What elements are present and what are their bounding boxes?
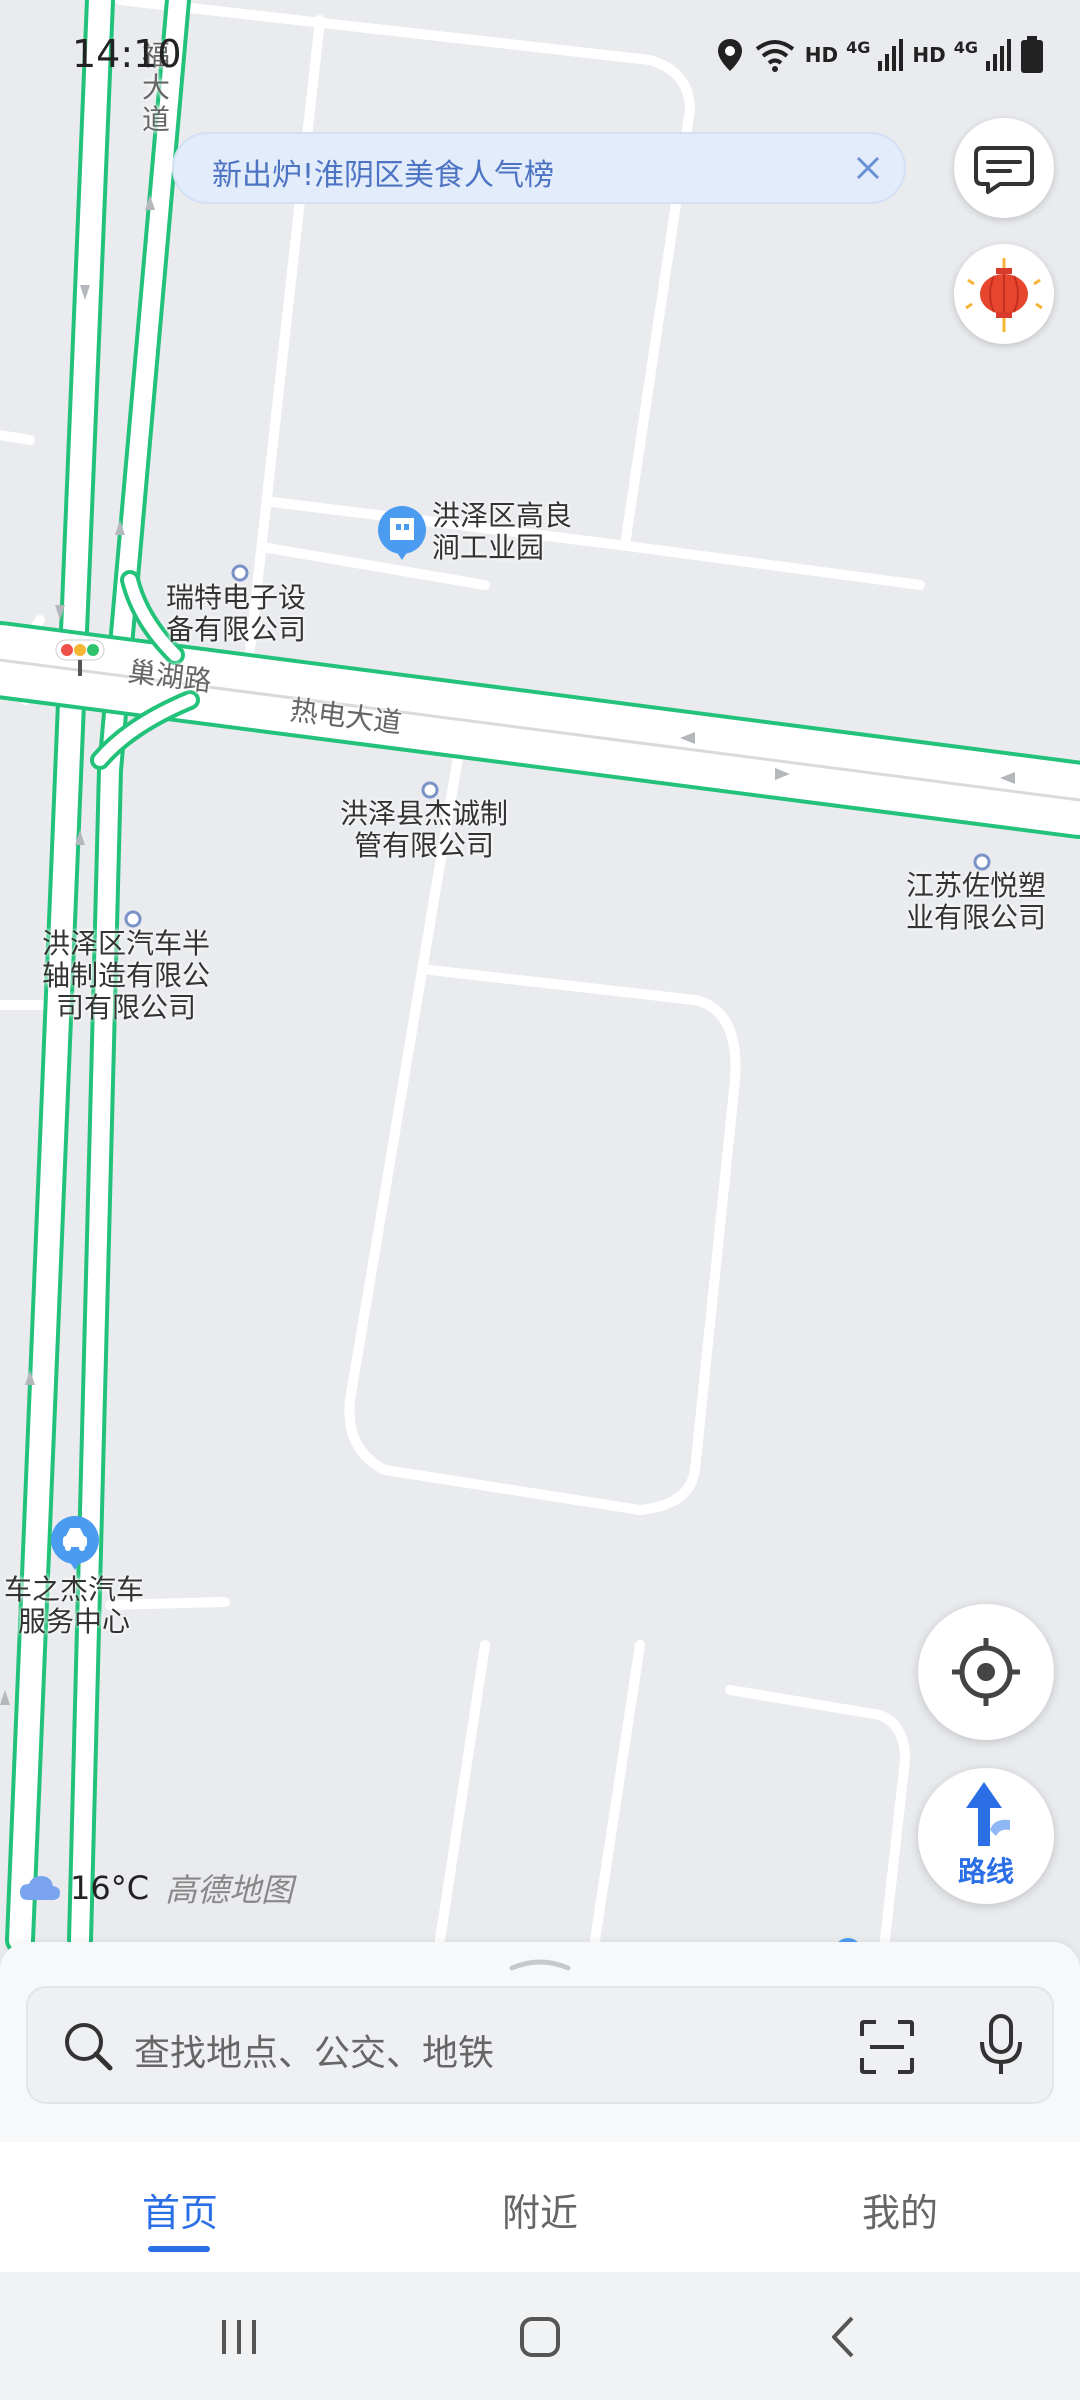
recent-apps-icon[interactable] — [214, 2312, 264, 2362]
location-icon — [717, 39, 742, 71]
promo-banner-text[interactable]: 新出炉!淮阴区美食人气榜 — [212, 150, 554, 194]
industrial-park-pin-icon — [378, 506, 426, 560]
bottom-sheet[interactable]: 查找地点、公交、地铁 — [0, 1942, 1080, 2142]
search-input[interactable]: 查找地点、公交、地铁 — [134, 2024, 494, 2076]
tab-mine[interactable]: 我的 — [800, 2182, 1000, 2237]
lantern-activity-button[interactable] — [954, 244, 1054, 344]
wifi-icon — [755, 40, 795, 72]
bottom-tab-bar: 首页 附近 我的 — [0, 2142, 1080, 2272]
hd-badge: HD — [804, 43, 839, 67]
system-nav-bar — [0, 2272, 1080, 2400]
lantern-icon — [965, 258, 1043, 332]
poi-label[interactable]: 车之杰汽车 服务中心 — [4, 1574, 144, 1638]
network-badge: 4G — [953, 37, 978, 57]
route-button[interactable]: 路线 — [918, 1768, 1054, 1904]
message-icon — [974, 146, 1034, 194]
signal-icon — [986, 39, 1011, 71]
route-label: 路线 — [957, 1855, 1014, 1888]
sheet-handle-icon[interactable] — [500, 1954, 580, 1974]
temperature: 16°C — [70, 1869, 150, 1907]
poi-label[interactable]: 瑞特电子设 备有限公司 — [166, 582, 306, 646]
brand-logo: 高德地图 — [165, 1871, 294, 1909]
cloud-icon — [20, 1876, 60, 1900]
signal-icon — [878, 39, 904, 71]
status-bar: 14:10 HD 4G HD 4G — [0, 0, 1080, 110]
home-icon[interactable] — [515, 2312, 565, 2362]
search-icon — [65, 2023, 113, 2071]
poi-label[interactable]: 洪泽县杰诚制 管有限公司 — [340, 798, 508, 862]
poi-label[interactable]: 洪泽区高良 涧工业园 — [432, 500, 572, 564]
tab-home[interactable]: 首页 — [80, 2182, 280, 2237]
locate-button[interactable] — [918, 1604, 1054, 1740]
scan-icon[interactable] — [858, 2018, 916, 2076]
poi-label[interactable]: 江苏佐悦塑 业有限公司 — [906, 870, 1046, 934]
search-bar[interactable]: 查找地点、公交、地铁 — [26, 1986, 1054, 2104]
back-icon[interactable] — [818, 2312, 868, 2362]
microphone-icon[interactable] — [976, 2012, 1026, 2078]
tab-nearby[interactable]: 附近 — [440, 2182, 640, 2237]
promo-banner[interactable]: 新出炉!淮阴区美食人气榜 — [172, 132, 906, 204]
locate-crosshair-icon — [952, 1638, 1020, 1706]
network-badge: 4G — [846, 37, 871, 57]
status-time: 14:10 — [72, 32, 182, 76]
battery-icon — [1021, 36, 1043, 73]
weather-widget[interactable]: 16°C 高德地图 — [18, 1866, 293, 1910]
status-icons: HD 4G HD 4G — [715, 30, 1044, 80]
message-button[interactable] — [954, 118, 1054, 218]
hd-badge: HD — [912, 43, 946, 67]
active-tab-indicator — [148, 2246, 210, 2252]
close-icon[interactable] — [846, 146, 890, 190]
poi-label[interactable]: 洪泽区汽车半 轴制造有限公 司有限公司 — [42, 928, 210, 1024]
